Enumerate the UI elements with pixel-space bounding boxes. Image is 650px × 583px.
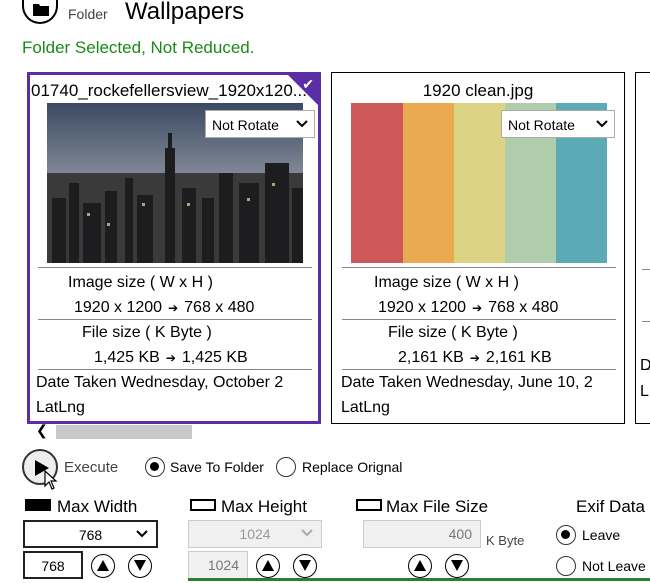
image-card[interactable]: D L <box>635 72 650 424</box>
exif-not-leave-radio[interactable] <box>556 556 576 576</box>
max-width-input[interactable]: 768 <box>23 551 83 579</box>
status-text: Folder Selected, Not Reduced. <box>22 38 255 57</box>
max-width-dropdown[interactable]: 768 <box>23 520 158 548</box>
image-size-label: Image size ( W x H ) <box>374 274 519 291</box>
max-height-input[interactable]: 1024 <box>188 551 248 579</box>
max-width-dropdown-value: 768 <box>78 527 103 543</box>
save-to-folder-radio[interactable] <box>145 457 165 477</box>
size-from: 1920 x 1200 <box>378 299 467 316</box>
arrow-right-icon: ➔ <box>469 351 480 365</box>
divider <box>342 369 616 370</box>
rotate-select[interactable]: Not Rotate <box>501 110 615 138</box>
image-size-label: Image size ( W x H ) <box>68 274 213 291</box>
execute-label: Execute <box>64 459 119 476</box>
divider <box>342 267 616 268</box>
max-width-down-button[interactable] <box>128 554 152 578</box>
chevron-down-icon <box>296 120 308 128</box>
folder-button[interactable] <box>22 0 58 24</box>
chevron-down-icon <box>596 120 608 128</box>
chevron-down-icon <box>136 530 148 538</box>
max-height-dropdown[interactable]: 1024 <box>188 520 322 548</box>
file-to: 2,161 KB <box>485 349 552 366</box>
max-width-icon <box>25 499 51 511</box>
max-width-up-button[interactable] <box>91 554 115 578</box>
image-card[interactable]: 01740_rockefellersview_1920x120... ✔ Not… <box>27 72 321 424</box>
replace-original-radio[interactable] <box>276 457 296 477</box>
max-height-dropdown-value: 1024 <box>239 526 271 542</box>
max-file-size-icon <box>356 499 382 511</box>
rotate-select-value: Not Rotate <box>212 117 279 133</box>
chevron-down-icon <box>301 529 313 537</box>
divider <box>642 321 650 322</box>
unit-label: K Byte <box>486 533 525 548</box>
max-file-size-down-button[interactable] <box>445 554 469 578</box>
scrollbar-thumb[interactable] <box>56 425 192 439</box>
max-height-down-button[interactable] <box>293 554 317 578</box>
arrow-up-icon <box>414 560 426 571</box>
arrow-up-icon <box>262 560 274 571</box>
latlng-partial: L <box>640 383 649 400</box>
latlng: LatLng <box>341 399 390 416</box>
arrow-right-icon: ➔ <box>168 301 179 315</box>
image-size-values: 1920 x 1200 ➔ 768 x 480 <box>378 299 558 317</box>
divider <box>38 267 312 268</box>
max-height-up-button[interactable] <box>256 554 280 578</box>
folder-label: Folder <box>68 6 108 22</box>
check-icon: ✔ <box>302 76 314 92</box>
exif-not-leave-label: Not Leave <box>582 558 646 574</box>
exif-leave-radio[interactable] <box>556 525 576 545</box>
max-width-label: Max Width <box>57 497 138 516</box>
folder-icon <box>33 4 49 16</box>
save-to-folder-label: Save To Folder <box>170 459 264 475</box>
max-file-size-input[interactable]: 400 <box>363 520 481 548</box>
scroll-left-icon[interactable]: ❮ <box>36 422 48 439</box>
image-size-values: 1920 x 1200 ➔ 768 x 480 <box>74 299 254 317</box>
file-to: 1,425 KB <box>181 349 248 366</box>
size-to: 768 x 480 <box>488 299 559 316</box>
size-from: 1920 x 1200 <box>74 299 163 316</box>
date-taken: Date Taken Wednesday, June 10, 2 <box>341 374 593 391</box>
arrow-down-icon <box>299 560 311 571</box>
file-from: 2,161 KB <box>398 349 464 366</box>
arrow-right-icon: ➔ <box>165 351 176 365</box>
divider <box>38 319 312 320</box>
file-size-values: 2,161 KB ➔ 2,161 KB <box>398 349 552 367</box>
file-size-label: File size ( K Byte ) <box>82 324 212 341</box>
max-file-size-label: Max File Size <box>386 497 489 516</box>
latlng: LatLng <box>36 399 85 416</box>
size-to: 768 x 480 <box>184 299 255 316</box>
replace-original-label: Replace Orignal <box>302 459 403 475</box>
arrow-down-icon <box>134 560 146 571</box>
page-title: Wallpapers <box>125 0 245 25</box>
card-title: 1920 clean.jpg <box>422 81 534 100</box>
date-taken: Date Taken Wednesday, October 2 <box>36 374 284 391</box>
progress-line <box>188 578 650 581</box>
file-size-values: 1,425 KB ➔ 1,425 KB <box>94 349 248 367</box>
max-height-icon <box>190 499 216 511</box>
image-card[interactable]: 1920 clean.jpg Not Rotate Image size ( W… <box>331 72 625 424</box>
rotate-select-value: Not Rotate <box>508 117 575 133</box>
file-from: 1,425 KB <box>94 349 160 366</box>
card-title: 01740_rockefellersview_1920x120... <box>31 81 307 100</box>
exif-data-label: Exif Data <box>576 497 645 516</box>
arrow-up-icon <box>97 560 109 571</box>
max-file-size-up-button[interactable] <box>408 554 432 578</box>
divider <box>642 269 650 270</box>
arrow-right-icon: ➔ <box>472 301 483 315</box>
divider <box>38 369 312 370</box>
divider <box>342 319 616 320</box>
rotate-select[interactable]: Not Rotate <box>205 110 315 138</box>
date-taken-partial: D <box>640 357 650 375</box>
max-height-label: Max Height <box>221 497 307 516</box>
exif-leave-label: Leave <box>582 527 621 543</box>
mouse-cursor-icon <box>44 470 58 490</box>
arrow-down-icon <box>451 560 463 571</box>
file-size-label: File size ( K Byte ) <box>388 324 518 341</box>
